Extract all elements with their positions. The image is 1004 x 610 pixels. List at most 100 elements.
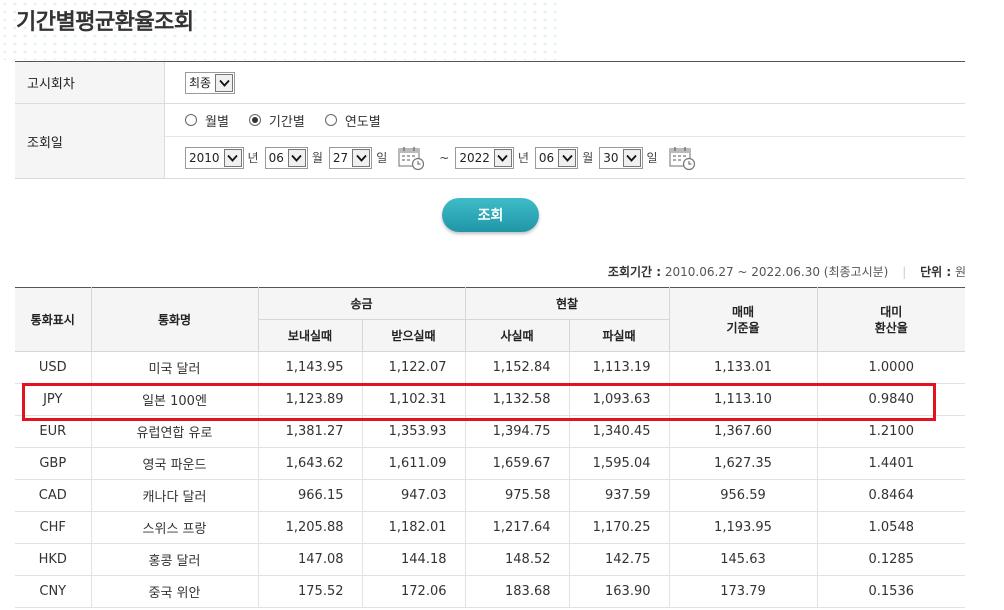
year-unit: 년 <box>247 151 259 165</box>
cell-receive: 172.06 <box>362 575 466 608</box>
cell-base: 1,367.60 <box>669 415 818 448</box>
cell-sell: 1,170.25 <box>569 511 670 544</box>
table-row: CAD 캐나다 달러 966.15 947.03 975.58 937.59 956.59 0… <box>15 479 965 512</box>
cell-usd: 1.0000 <box>817 351 965 384</box>
cell-receive: 1,182.01 <box>362 511 466 544</box>
header-usd: 대미 환산율 <box>816 287 965 352</box>
cell-buy: 1,217.64 <box>465 511 570 544</box>
cell-usd: 0.1536 <box>817 575 965 608</box>
cell-buy: 1,394.75 <box>465 415 570 448</box>
chevron-down-icon <box>223 148 242 167</box>
end-year-select[interactable]: 2022 <box>455 146 514 169</box>
cell-receive: 1,102.31 <box>362 383 466 416</box>
header-sell: 파실때 <box>568 319 669 352</box>
cell-name: 일본 100엔 <box>91 383 259 416</box>
cell-send: 1,643.62 <box>258 447 363 480</box>
cell-base: 1,193.95 <box>669 511 818 544</box>
cell-code: CHF <box>15 511 92 544</box>
header-name: 통화명 <box>90 287 259 352</box>
cell-code: HKD <box>15 543 92 576</box>
chevron-down-icon <box>493 148 512 167</box>
cell-name: 캐나다 달러 <box>91 479 259 512</box>
cell-name: 영국 파운드 <box>91 447 259 480</box>
cell-send: 1,123.89 <box>258 383 363 416</box>
cell-base: 1,627.35 <box>669 447 818 480</box>
cell-code: CAD <box>15 479 92 512</box>
month-unit: 월 <box>311 151 323 165</box>
notice-label: 고시회차 <box>15 62 165 103</box>
header-send: 보내실때 <box>258 319 363 352</box>
radio-monthly[interactable]: 월별 <box>185 111 229 130</box>
cell-send: 175.52 <box>258 575 363 608</box>
cell-usd: 0.9840 <box>817 383 965 416</box>
chevron-down-icon <box>622 148 641 167</box>
cell-receive: 144.18 <box>362 543 466 576</box>
chevron-down-icon <box>352 148 371 167</box>
cell-sell: 1,595.04 <box>569 447 670 480</box>
day-unit: 일 <box>646 151 658 165</box>
table-row: GBP 영국 파운드 1,643.62 1,611.09 1,659.67 1,595.0… <box>15 447 965 480</box>
start-month-select[interactable]: 06 <box>264 146 308 169</box>
cell-code: USD <box>15 351 92 384</box>
cell-name: 미국 달러 <box>91 351 259 384</box>
range-separator: ~ <box>439 150 450 165</box>
radio-circle-icon <box>324 114 337 126</box>
cell-code: CNY <box>15 575 92 608</box>
cell-name: 중국 위안 <box>91 575 259 608</box>
notice-select-value: 최종 <box>189 76 212 90</box>
cell-base: 145.63 <box>669 543 818 576</box>
period-info: 조회기간 : 2010.06.27 ~ 2022.06.30 (최종고시분) |… <box>608 263 966 280</box>
header-buy: 사실때 <box>464 319 570 352</box>
notice-row: 고시회차 최종 <box>15 62 965 104</box>
search-button[interactable]: 조회 <box>442 198 539 232</box>
page-title: 기간별평균환율조회 <box>16 10 194 35</box>
calendar-icon[interactable] <box>397 145 425 171</box>
cell-receive: 1,122.07 <box>362 351 466 384</box>
cell-code: EUR <box>15 415 92 448</box>
cell-usd: 1.0548 <box>817 511 965 544</box>
cell-send: 966.15 <box>258 479 363 512</box>
cell-usd: 0.1285 <box>817 543 965 576</box>
search-form: 고시회차 최종 조회일 월별 기간별 연도별 2010 년 06 월 27 일 <box>15 61 965 179</box>
cell-usd: 0.8464 <box>817 479 965 512</box>
header-base: 매매 기준율 <box>668 287 818 352</box>
radio-yearly[interactable]: 연도별 <box>324 111 381 130</box>
cell-receive: 947.03 <box>362 479 466 512</box>
cell-send: 1,205.88 <box>258 511 363 544</box>
chevron-down-icon <box>558 148 577 167</box>
month-unit: 월 <box>582 151 594 165</box>
unit-value: 원 <box>954 265 966 279</box>
table-row: CHF 스위스 프랑 1,205.88 1,182.01 1,217.64 1,170.2… <box>15 511 965 544</box>
cell-name: 유럽연합 유로 <box>91 415 259 448</box>
header-cash: 현찰 <box>464 287 670 320</box>
cell-sell: 1,340.45 <box>569 415 670 448</box>
end-day-select[interactable]: 30 <box>599 146 643 169</box>
cell-code: GBP <box>15 447 92 480</box>
cell-sell: 1,093.63 <box>569 383 670 416</box>
start-year-select[interactable]: 2010 <box>185 146 244 169</box>
header-code: 통화표시 <box>15 287 92 352</box>
cell-base: 1,113.10 <box>669 383 818 416</box>
unit-label: 단위 : <box>920 265 952 279</box>
cell-sell: 163.90 <box>569 575 670 608</box>
cell-base: 173.79 <box>669 575 818 608</box>
cell-sell: 1,113.19 <box>569 351 670 384</box>
year-unit: 년 <box>517 151 529 165</box>
chevron-down-icon <box>215 73 234 92</box>
notice-select[interactable]: 최종 <box>185 71 236 94</box>
table-row: JPY 일본 100엔 1,123.89 1,102.31 1,132.58 1,093.… <box>15 383 965 416</box>
start-day-select[interactable]: 27 <box>328 146 373 169</box>
cell-buy: 1,152.84 <box>465 351 570 384</box>
table-row: EUR 유럽연합 유로 1,381.27 1,353.93 1,394.75 1,340.… <box>15 415 965 448</box>
cell-name: 홍콩 달러 <box>91 543 259 576</box>
cell-usd: 1.2100 <box>817 415 965 448</box>
end-month-select[interactable]: 06 <box>534 146 579 169</box>
day-unit: 일 <box>376 151 388 165</box>
radio-selected-icon <box>248 114 261 126</box>
calendar-icon[interactable] <box>668 145 696 171</box>
cell-sell: 142.75 <box>569 543 670 576</box>
radio-period[interactable]: 기간별 <box>248 111 305 130</box>
header-remit: 송금 <box>257 287 466 320</box>
cell-base: 1,133.01 <box>669 351 818 384</box>
cell-usd: 1.4401 <box>817 447 965 480</box>
